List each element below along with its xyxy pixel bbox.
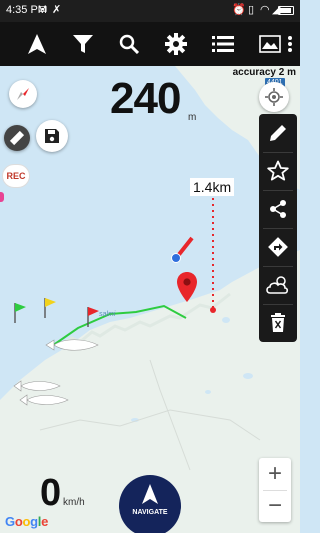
- current-location-dot: [171, 253, 181, 263]
- save-button[interactable]: [36, 120, 68, 152]
- directions-icon: [268, 237, 288, 257]
- compass-button[interactable]: [9, 80, 37, 108]
- alarm-icon: ⏰: [232, 4, 246, 16]
- fish-icon: [19, 394, 69, 406]
- my-location-button[interactable]: [259, 82, 289, 112]
- filter-icon: [73, 35, 93, 53]
- compass-icon: [17, 88, 29, 100]
- map-icon: [259, 35, 281, 53]
- satellite-icon: ✗: [52, 4, 62, 16]
- delete-button[interactable]: [259, 304, 297, 342]
- ruler-icon: [9, 130, 25, 146]
- search-icon: [119, 34, 139, 54]
- share-icon: [270, 200, 286, 218]
- favorite-button[interactable]: [259, 152, 297, 190]
- battery-icon: [278, 6, 294, 15]
- navigate-button[interactable]: NAVIGATE: [119, 475, 181, 533]
- yellow-flag-icon[interactable]: [43, 297, 57, 319]
- vibrate-icon: ▯: [248, 4, 255, 16]
- edit-button[interactable]: [259, 114, 297, 152]
- weather-button[interactable]: [259, 266, 297, 304]
- speed-value: 0: [40, 472, 62, 514]
- lake: [222, 317, 230, 323]
- wifi-icon: ◠: [260, 4, 270, 16]
- more-vert-icon: [288, 36, 292, 52]
- gear-icon: [165, 33, 187, 55]
- share-button[interactable]: [259, 190, 297, 228]
- status-bar: 4:35 PM ✉ ✗ ⏰ ▯ ◠ ◢: [0, 0, 300, 22]
- more-options-button[interactable]: [280, 22, 300, 66]
- lake: [243, 373, 253, 379]
- notification-icon: ✉: [38, 4, 48, 16]
- edge-indicator: [0, 192, 4, 202]
- navigation-arrow-icon: [28, 34, 46, 54]
- navigate-label: NAVIGATE: [132, 509, 168, 516]
- accuracy-label: accuracy 2 m: [232, 67, 296, 78]
- save-icon: [45, 129, 59, 143]
- crosshair-icon: [265, 88, 283, 106]
- zoom-out-button[interactable]: −: [259, 490, 291, 522]
- filter-button[interactable]: [63, 22, 103, 66]
- fish-icon: [45, 339, 99, 351]
- measure-end-point: [210, 307, 216, 313]
- ruler-button[interactable]: [4, 125, 30, 151]
- water-label: salmi: [99, 311, 116, 318]
- zoom-in-button[interactable]: +: [259, 458, 291, 490]
- toolbar: [0, 22, 300, 66]
- compass-arrow-button[interactable]: [17, 22, 57, 66]
- record-button[interactable]: REC: [2, 164, 30, 188]
- navigation-arrow-icon: [142, 484, 158, 504]
- trash-icon: [271, 313, 285, 332]
- list-icon: [212, 36, 234, 52]
- fish-icon: [13, 380, 61, 392]
- settings-button[interactable]: [156, 22, 196, 66]
- google-attribution: Google: [5, 514, 49, 529]
- list-button[interactable]: [203, 22, 243, 66]
- side-action-panel: [259, 114, 297, 342]
- location-pin-icon[interactable]: [176, 271, 198, 303]
- measure-label: 1.4km: [190, 178, 235, 196]
- distance-value: 240: [110, 74, 181, 123]
- red-flag-icon[interactable]: [86, 306, 100, 328]
- search-button[interactable]: [109, 22, 149, 66]
- lake: [205, 390, 211, 394]
- weather-icon: [266, 276, 289, 294]
- distance-unit: m: [188, 112, 197, 123]
- zoom-controls: + −: [259, 458, 291, 522]
- directions-button[interactable]: [259, 228, 297, 266]
- star-icon: [267, 160, 289, 181]
- pencil-icon: [270, 125, 286, 141]
- speed-unit: km/h: [63, 497, 85, 508]
- green-flag-icon[interactable]: [13, 302, 27, 324]
